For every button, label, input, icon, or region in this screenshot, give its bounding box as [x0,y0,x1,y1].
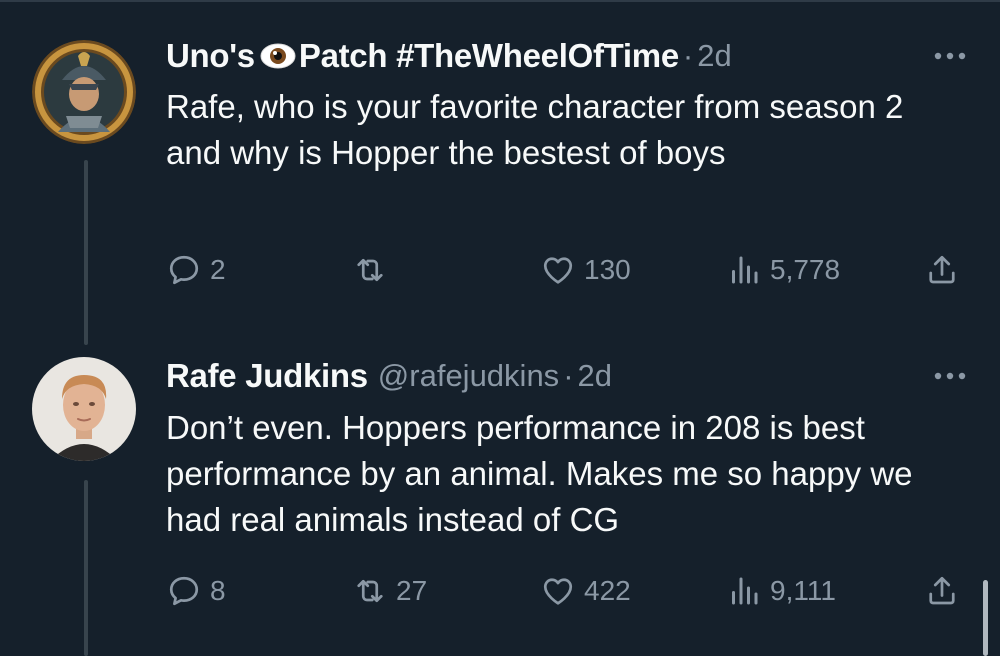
heart-icon [543,257,573,284]
views-count: 9,111 [770,575,836,606]
retweet-button[interactable] [352,248,396,292]
timestamp[interactable]: 2d [578,358,612,394]
like-button[interactable]: 422 [540,569,631,613]
share-button[interactable] [924,248,960,292]
author-name[interactable]: Uno's [166,37,255,75]
retweet-icon [357,579,383,603]
tweet-actions: 2 130 5,778 [166,248,966,292]
views-chart-icon [732,256,758,284]
thread-line [84,480,88,656]
more-options-icon[interactable] [930,44,970,68]
tweet-text: Rafe, who is your favorite character fro… [166,88,904,171]
tweet[interactable]: Uno's Patch #TheWheelOfTime · 2d Rafe, w… [0,0,1000,345]
reply-button[interactable]: 8 [166,569,226,613]
tweet-header: Rafe Judkins @rafejudkins · 2d [166,354,970,398]
share-icon [929,576,955,605]
retweet-icon [357,258,383,282]
retweet-button[interactable]: 27 [352,569,427,613]
scrollbar[interactable] [983,580,988,656]
like-count: 130 [584,254,631,285]
timestamp[interactable]: 2d [697,38,731,74]
tweet-header: Uno's Patch #TheWheelOfTime · 2d [166,34,970,78]
views-chart-icon [732,577,758,605]
tweet-actions: 8 27 422 9,111 [166,569,966,613]
like-count: 422 [584,575,631,606]
reply-button[interactable]: 2 [166,248,226,292]
reply-icon [169,576,199,606]
author-name[interactable]: Rafe Judkins [166,357,368,395]
views-count: 5,778 [770,254,841,285]
avatar[interactable] [32,357,136,461]
tweet-text: Don’t even. Hoppers performance in 208 i… [166,409,913,538]
heart-icon [543,578,573,605]
reply-count: 8 [210,575,226,606]
eye-emoji-icon [260,43,296,69]
author-handle[interactable]: @rafejudkins [378,358,559,394]
separator-dot: · [682,38,694,73]
reply-count: 2 [210,254,226,285]
thread-line [84,160,88,345]
separator-dot: · [563,358,574,393]
profile-photo-avatar-icon [32,357,136,461]
more-options-icon[interactable] [930,364,970,388]
retweet-count: 27 [396,575,428,606]
like-button[interactable]: 130 [540,248,631,292]
tweet[interactable]: Rafe Judkins @rafejudkins · 2d Don’t eve… [0,345,1000,656]
armored-warrior-avatar-icon [32,40,136,144]
author-name-suffix[interactable]: Patch #TheWheelOfTime [299,37,679,75]
reply-icon [169,255,199,285]
views-button[interactable]: 5,778 [726,248,840,292]
share-button[interactable] [924,569,960,613]
share-icon [929,255,955,284]
views-button[interactable]: 9,111 [726,569,836,613]
avatar[interactable] [32,40,136,144]
